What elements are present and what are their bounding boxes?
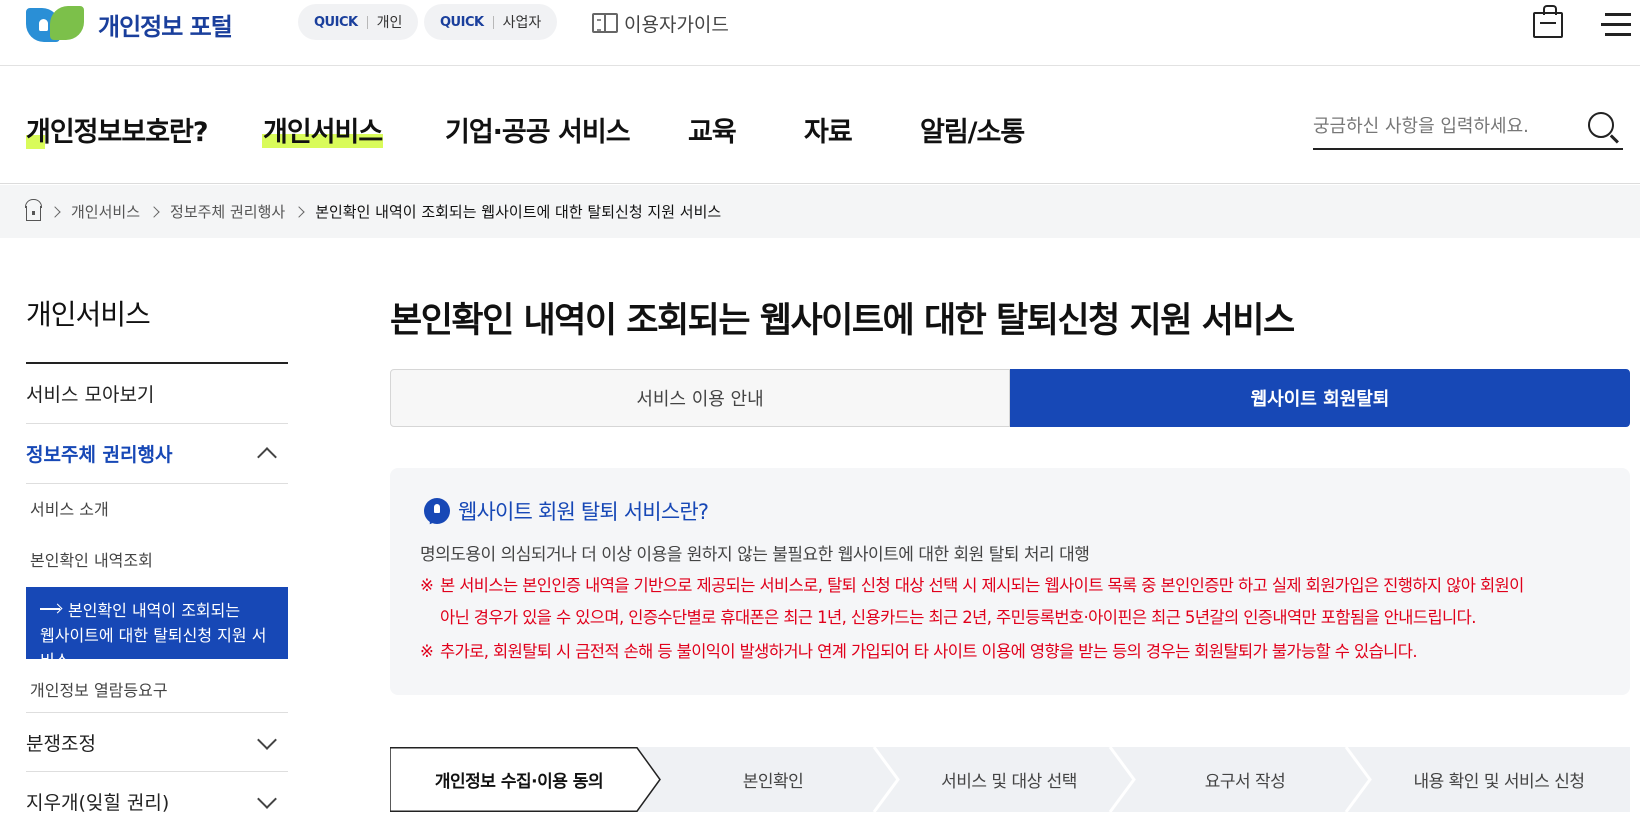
site-logo[interactable]: 개인정보 포털 [26, 4, 233, 44]
quick-label: 사업자 [502, 15, 542, 31]
tab-website-withdrawal[interactable]: 웹사이트 회원탈퇴 [1010, 369, 1630, 427]
nav-label: 자료 [804, 117, 853, 148]
step-5-confirm: 내용 확인 및 서비스 신청 [1368, 747, 1630, 812]
breadcrumb-item[interactable]: 정보주체 권리행사 [170, 201, 285, 222]
note-text: 아닌 경우가 있을 수 있으며, 인증수단별로 휴대폰은 최근 1년, 신용카드… [440, 608, 1476, 627]
nav-label: 개인서비스 [262, 117, 383, 148]
sidebar-subitem-access-request[interactable]: 개인정보 열람등요구 [30, 677, 168, 701]
chevron-right-icon [148, 205, 160, 218]
arrow-right-icon [40, 604, 62, 614]
quick-personal-button[interactable]: QUICK 개인 [298, 4, 419, 40]
search-box [1313, 106, 1623, 150]
nav-item-privacy-intro[interactable]: 개인정보보호란? [26, 110, 209, 149]
page-title: 본인확인 내역이 조회되는 웹사이트에 대한 탈퇴신청 지원 서비스 [390, 301, 1295, 341]
book-icon [592, 13, 618, 33]
step-2-identity: 본인확인 [660, 747, 886, 812]
sidebar-item-label: 정보주체 권리행사 [26, 444, 173, 466]
note-mark: ※ [420, 576, 434, 595]
divider [492, 15, 494, 29]
step-label: 요구서 작성 [1204, 772, 1286, 792]
nav-item-education[interactable]: 교육 [688, 110, 737, 149]
step-label: 개인정보 수집·이용 동의 [434, 772, 604, 792]
user-guide-link[interactable]: 이용자가이드 [592, 8, 729, 38]
nav-label: 기업·공공 서비스 [445, 117, 631, 148]
nav-label: 개인정보보호란? [26, 117, 209, 148]
sidebar-title: 개인서비스 [26, 298, 151, 331]
nav-item-notice[interactable]: 알림/소통 [920, 110, 1025, 149]
warning-note-2: ※ 추가로, 회원탈퇴 시 금전적 손해 등 불이익이 발생하거나 연계 가입되어… [420, 636, 1418, 668]
note-text: 본 서비스는 본인인증 내역을 기반으로 제공되는 서비스로, 탈퇴 신청 대상… [440, 576, 1524, 595]
logo-text: 개인정보 포털 [98, 12, 233, 41]
info-heading: 웹사이트 회원 탈퇴 서비스란? [424, 496, 709, 526]
content-tabs: 서비스 이용 안내 웹사이트 회원탈퇴 [390, 369, 1630, 427]
speech-bubble-icon [424, 498, 450, 524]
step-label: 내용 확인 및 서비스 신청 [1413, 772, 1585, 792]
info-heading-text: 웹사이트 회원 탈퇴 서비스란? [458, 500, 709, 524]
chevron-right-icon [293, 205, 305, 218]
step-label: 서비스 및 대상 선택 [941, 772, 1077, 792]
sidebar-item-service-overview[interactable]: 서비스 모아보기 [26, 364, 288, 424]
quick-tag: QUICK [314, 14, 358, 30]
search-input[interactable] [1313, 108, 1573, 144]
home-icon[interactable] [25, 199, 42, 221]
nav-label: 알림/소통 [920, 117, 1025, 148]
nav-item-personal-service[interactable]: 개인서비스 [262, 110, 383, 149]
quick-tag: QUICK [440, 14, 484, 30]
breadcrumb-item[interactable]: 개인서비스 [71, 201, 140, 222]
quick-business-button[interactable]: QUICK 사업자 [424, 4, 558, 40]
sidebar-subitem-label: 웹사이트에 대한 탈퇴신청 지원 서비스 [40, 626, 267, 670]
step-1-consent: 개인정보 수집·이용 동의 [390, 747, 648, 812]
sidebar-subitem-auth-history[interactable]: 본인확인 내역조회 [30, 547, 153, 571]
sidebar-item-eraser[interactable]: 지우개(잊힐 권리) [26, 772, 288, 830]
breadcrumb: 개인서비스 정보주체 권리행사 본인확인 내역이 조회되는 웹사이트에 대한 탈… [0, 185, 1640, 238]
sidebar-item-label: 지우개(잊힐 권리) [26, 792, 170, 814]
nav-item-resources[interactable]: 자료 [804, 110, 853, 149]
sidebar-item-dispute[interactable]: 분쟁조정 [26, 712, 288, 772]
sidebar-item-rights-exercise[interactable]: 정보주체 권리행사 [26, 424, 288, 484]
chevron-down-icon [257, 730, 277, 750]
sidebar-subitem-withdrawal-service[interactable]: 본인확인 내역이 조회되는 웹사이트에 대한 탈퇴신청 지원 서비스 [26, 587, 288, 670]
user-guide-label: 이용자가이드 [624, 13, 729, 36]
breadcrumb-current: 본인확인 내역이 조회되는 웹사이트에 대한 탈퇴신청 지원 서비스 [315, 203, 722, 221]
search-icon[interactable] [1588, 112, 1614, 138]
step-4-request-form: 요구서 작성 [1132, 747, 1358, 812]
sidebar-subitem-service-intro[interactable]: 서비스 소개 [30, 496, 109, 520]
chevron-up-icon [257, 447, 277, 467]
process-steps: 개인정보 수집·이용 동의 본인확인 서비스 및 대상 선택 요구서 작성 내용… [390, 747, 1630, 812]
top-utility-bar: 개인정보 포털 QUICK 개인 QUICK 사업자 이용자가이드 [0, 0, 1640, 66]
info-box: 웹사이트 회원 탈퇴 서비스란? 명의도용이 의심되거나 더 이상 이용을 원하… [390, 468, 1630, 695]
tab-label: 서비스 이용 안내 [636, 389, 764, 410]
main-navigation: 개인정보보호란? 개인서비스 기업·공공 서비스 교육 자료 알림/소통 [0, 66, 1640, 184]
note-mark: ※ [420, 642, 434, 661]
divider [366, 15, 368, 29]
bag-icon[interactable] [1533, 5, 1563, 38]
sidebar-subitem-label: 본인확인 내역이 조회되는 [68, 601, 241, 620]
step-3-select: 서비스 및 대상 선택 [896, 747, 1122, 812]
warning-note-1: ※ 본 서비스는 본인인증 내역을 기반으로 제공되는 서비스로, 탈퇴 신청 대… [420, 570, 1524, 634]
info-description: 명의도용이 의심되거나 더 이상 이용을 원하지 않는 불필요한 웹사이트에 대… [420, 545, 1090, 565]
sidebar-item-label: 서비스 모아보기 [26, 384, 155, 406]
chevron-right-icon [49, 205, 61, 218]
nav-label: 교육 [688, 117, 737, 148]
note-text: 추가로, 회원탈퇴 시 금전적 손해 등 불이익이 발생하거나 연계 가입되어 … [440, 642, 1418, 661]
chevron-down-icon [257, 789, 277, 809]
step-label: 본인확인 [742, 772, 804, 792]
tab-service-guide[interactable]: 서비스 이용 안내 [390, 369, 1010, 427]
sidebar-item-label: 분쟁조정 [26, 732, 96, 755]
nav-item-enterprise-service[interactable]: 기업·공공 서비스 [445, 110, 631, 149]
quick-label: 개인 [376, 15, 403, 31]
tab-label: 웹사이트 회원탈퇴 [1250, 389, 1390, 410]
logo-icon [26, 4, 86, 44]
hamburger-menu-icon[interactable] [1601, 13, 1631, 36]
